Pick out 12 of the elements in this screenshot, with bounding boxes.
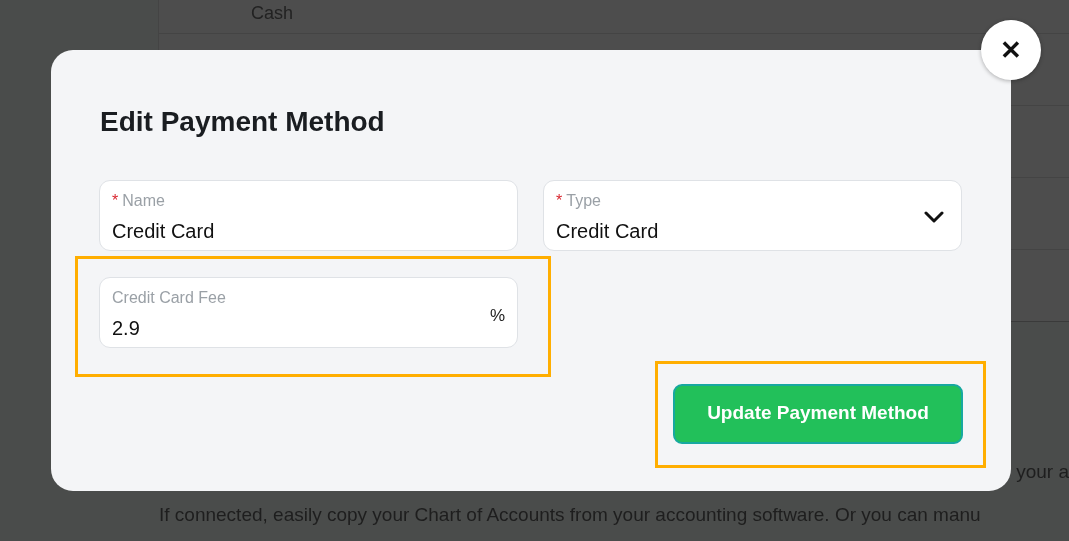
modal-title: Edit Payment Method: [100, 105, 386, 139]
field-value: Credit Card: [556, 218, 660, 243]
input-field[interactable]: Credit Card Fee 2.9 %: [99, 276, 518, 348]
chevron-down-icon: [924, 210, 944, 223]
field-label: * Type: [556, 190, 602, 211]
input-field[interactable]: * Name Credit Card: [99, 179, 518, 251]
field-value: Credit Card: [112, 218, 216, 243]
unit-label: %: [489, 304, 505, 327]
field-value: 2.9: [112, 315, 141, 340]
select-field[interactable]: * Type Credit Card: [543, 179, 962, 251]
field-label: Credit Card Fee: [112, 287, 227, 308]
field-label: * Name: [112, 190, 166, 211]
